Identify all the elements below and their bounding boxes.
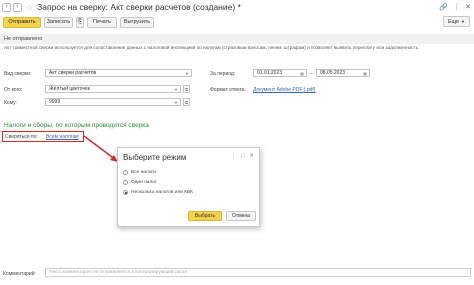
open-from-button[interactable]: ⧉: [183, 85, 190, 93]
open-icon: ⧉: [185, 86, 188, 92]
toolbar: Отправить Записать ⎘ Печать Выгрузить Ещ…: [0, 15, 474, 29]
radio-button[interactable]: [123, 180, 128, 185]
more-button[interactable]: Еще ▼: [442, 16, 470, 27]
calendar-icon[interactable]: ▦: [300, 71, 304, 76]
option-label: Несколько налогов или КБК: [131, 190, 193, 195]
attach-button[interactable]: ⎘: [76, 16, 84, 28]
chevron-down-icon: ▼: [461, 19, 465, 24]
forward-button[interactable]: ›: [13, 2, 22, 12]
menu-dots-icon[interactable]: ⋮: [231, 153, 237, 159]
back-button[interactable]: ‹: [2, 2, 11, 12]
period-from-value: 01.01.2023: [257, 70, 283, 76]
request-type-label: Вид сверки:: [4, 71, 32, 77]
option-one-tax[interactable]: Один налог: [123, 180, 157, 185]
select-button[interactable]: Выбрать: [188, 211, 222, 221]
dialog-title: Выберите режим: [123, 153, 187, 162]
dropdown-icon: ▼: [174, 86, 178, 92]
option-label: Один налог: [131, 180, 157, 185]
radio-button-selected[interactable]: [123, 190, 128, 195]
option-label: Все налоги: [131, 170, 156, 175]
dropdown-icon: ▼: [185, 70, 189, 76]
status-text: Не отправлено: [4, 36, 43, 42]
request-type-field[interactable]: Акт сверки расчетов ▼: [45, 69, 192, 77]
to-value: 9999: [49, 99, 61, 105]
maximize-icon[interactable]: □: [241, 153, 244, 159]
dropdown-icon: ▼: [174, 99, 178, 105]
paperclip-icon: ⎘: [77, 18, 83, 25]
open-icon: ⧉: [185, 99, 188, 105]
comment-label: Комментарий:: [3, 271, 36, 277]
to-field[interactable]: 9999 ▼: [45, 98, 181, 106]
favorite-star-icon[interactable]: ☆: [26, 3, 33, 12]
title-bar: ‹ › ☆ Запрос на сверку: Акт сверки расче…: [0, 0, 474, 14]
link-icon[interactable]: 🔗: [439, 3, 448, 11]
send-button[interactable]: Отправить: [3, 16, 41, 28]
dialog-controls: ⋮ □ ✕: [231, 153, 254, 159]
request-type-value: Акт сверки расчетов: [49, 70, 97, 76]
close-icon[interactable]: ✕: [249, 153, 254, 159]
mode-dialog: Выберите режим ⋮ □ ✕ Все налоги Один нал…: [117, 147, 260, 227]
arrow-left-icon: ‹: [5, 4, 8, 10]
cancel-button[interactable]: Отмена: [226, 211, 256, 221]
calendar-icon[interactable]: ▦: [363, 71, 367, 76]
period-separator: –: [310, 71, 313, 77]
period-to-field[interactable]: 08.05.2023 ▦: [316, 69, 370, 77]
period-label: За период:: [210, 71, 236, 77]
info-text: Акт совместной сверки используется для с…: [4, 45, 418, 50]
format-link[interactable]: Документ Adobe PDF (.pdf): [253, 87, 315, 93]
from-label: От кого:: [4, 87, 23, 93]
more-label: Еще: [447, 18, 460, 25]
comment-input[interactable]: Текст комментария не отправляется в конт…: [45, 268, 471, 277]
radio-button[interactable]: [123, 170, 128, 175]
option-several-taxes[interactable]: Несколько налогов или КБК: [123, 190, 193, 195]
option-all-taxes[interactable]: Все налоги: [123, 170, 156, 175]
reconcile-mode-link[interactable]: Всем налогам: [46, 134, 79, 140]
reconcile-label: Сверяться по:: [5, 134, 38, 140]
arrow-right-icon: ›: [16, 4, 19, 10]
from-field[interactable]: Жёлтый цветочек ▼: [45, 85, 181, 93]
save-button[interactable]: Записать: [44, 16, 73, 28]
export-button[interactable]: Выгрузить: [120, 16, 154, 28]
window-controls: 🔗 ⋮ ✕: [439, 3, 471, 11]
format-label: Формат ответа:: [210, 87, 246, 93]
open-to-button[interactable]: ⧉: [183, 98, 190, 106]
close-icon[interactable]: ✕: [465, 3, 471, 11]
comment-placeholder: Текст комментария не отправляется в конт…: [49, 270, 188, 275]
status-bar: Не отправлено: [0, 34, 474, 44]
print-label: Печать: [92, 19, 112, 25]
menu-dots-icon[interactable]: ⋮: [453, 3, 460, 11]
period-from-field[interactable]: 01.01.2023 ▦: [253, 69, 307, 77]
to-label: Кому:: [4, 100, 18, 106]
window-title: Запрос на сверку: Акт сверки расчетов (с…: [37, 2, 241, 12]
print-button[interactable]: Печать: [87, 16, 117, 28]
from-value: Жёлтый цветочек: [49, 86, 90, 92]
taxes-section-title: Налоги и сборы, по которым проводится св…: [4, 122, 149, 129]
period-to-value: 08.05.2023: [320, 70, 346, 76]
